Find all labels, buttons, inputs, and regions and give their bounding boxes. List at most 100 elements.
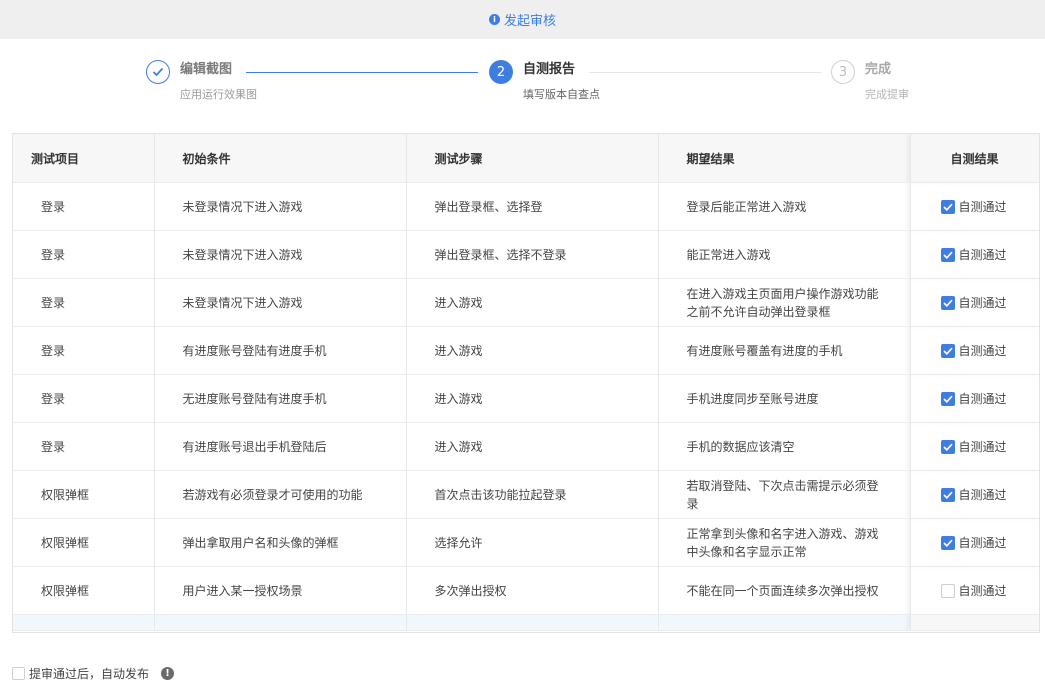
cell-self-test-result: 自测通过 [909,518,1039,567]
checkbox-box[interactable] [940,439,955,454]
cell-self-test-result: 自测通过 [909,230,1039,279]
self-test-pass-checkbox[interactable]: 自测通过 [940,438,1039,456]
checkbox-box[interactable] [940,391,955,406]
self-test-pass-label: 自测通过 [958,247,1007,262]
self-test-pass-checkbox[interactable]: 自测通过 [940,390,1039,408]
table-row: 权限弹框 若游戏有必须登录才可使用的功能 首次点击该功能拉起登录 若取消登陆、下次点击… [13,470,1039,519]
cell-expected-result: 正常拿到头像和名字进入游戏、游戏中头像和名字显示正常 [658,518,911,567]
self-test-pass-label: 自测通过 [958,439,1007,454]
cell-test-step: 选择允许 [406,518,659,567]
self-test-pass-label: 自测通过 [958,487,1007,502]
cell-test-item: 登录 [13,230,155,279]
self-test-pass-label: 自测通过 [958,391,1007,406]
auto-publish-checkbox[interactable] [12,667,25,680]
cell-test-item: 权限弹框 [13,518,155,567]
cell-initial-condition: 未登录情况下进入游戏 [154,278,407,327]
column-header-initial-condition: 初始条件 [154,134,407,183]
step-1-subtitle: 应用运行效果图 [180,88,257,101]
step-connector-2 [589,72,821,73]
cell-expected-result: 若取消登陆、下次点击需提示必须登录 [658,470,911,519]
checkbox-box[interactable] [940,199,955,214]
step-1-title: 编辑截图 [180,62,233,77]
cell-expected-result: 不能在同一个页面连续多次弹出授权 [658,566,911,615]
checkmark-icon [942,395,953,403]
step-2-subtitle: 填写版本自查点 [523,88,600,101]
table-row: 登录 无进度账号登陆有进度手机 进入游戏 手机进度同步至账号进度 自测通过 [13,374,1039,423]
exclamation-circle-icon[interactable]: ! [161,667,175,680]
step-3-subtitle: 完成提审 [865,88,909,101]
cell-test-step: 多次弹出授权 [406,566,659,615]
cell-expected-result: 有进度账号覆盖有进度的手机 [658,326,911,375]
checkbox-box[interactable] [940,247,955,262]
checkbox-box[interactable] [940,295,955,310]
self-test-pass-label: 自测通过 [958,295,1007,310]
cell-initial-condition: 未登录情况下进入游戏 [154,230,407,279]
cell-test-step: 进入游戏 [406,278,659,327]
self-test-pass-label: 自测通过 [958,583,1007,598]
table-row: 登录 未登录情况下进入游戏 弹出登录框、选择不登录 能正常进入游戏 自测通过 [13,230,1039,279]
table-row: 登录 未登录情况下进入游戏 进入游戏 在进入游戏主页面用户操作游戏功能之前不允许自动弹… [13,278,1039,327]
cell-self-test-result: 自测通过 [909,182,1039,231]
checkbox-box[interactable] [940,535,955,550]
step-2-title: 自测报告 [523,62,576,77]
self-test-table: 测试项目 初始条件 测试步骤 期望结果 自测结果 登录 未登录情况下进入游戏 弹出登… [12,133,1040,633]
self-test-pass-checkbox[interactable]: 自测通过 [940,198,1039,216]
cell-initial-condition: 有进度账号登陆有进度手机 [154,326,407,375]
progress-steps: 编辑截图 应用运行效果图 2 自测报告 填写版本自查点 3 完成 完成提审 [0,56,1045,116]
page-title-text: 发起审核 [503,14,556,29]
cell-test-item: 登录 [13,278,155,327]
cell-self-test-result: 自测通过 [909,470,1039,519]
top-bar: i 发起审核 [0,0,1045,39]
self-test-pass-checkbox[interactable]: 自测通过 [940,246,1039,264]
self-test-pass-checkbox[interactable]: 自测通过 [940,534,1039,552]
checkbox-box[interactable] [940,487,955,502]
column-header-test-steps: 测试步骤 [406,134,659,183]
step-self-test-report[interactable]: 2 自测报告 填写版本自查点 [489,56,600,102]
step-3-title: 完成 [865,62,892,77]
checkmark-icon [942,539,953,547]
self-test-pass-checkbox[interactable]: 自测通过 [940,294,1039,312]
step-connector-1 [246,72,478,73]
cell-self-test-result: 自测通过 [909,278,1039,327]
checkmark-icon [942,251,953,259]
self-test-pass-label: 自测通过 [958,343,1007,358]
cell-test-item: 权限弹框 [13,566,155,615]
cell-initial-condition: 未登录情况下进入游戏 [154,182,407,231]
step-edit-screenshots[interactable]: 编辑截图 应用运行效果图 [146,56,257,102]
cell-self-test-result: 自测通过 [909,374,1039,423]
checkbox-box[interactable] [940,343,955,358]
cell-expected-result: 能正常进入游戏 [658,230,911,279]
column-header-expected-result: 期望结果 [658,134,911,183]
cell-initial-condition: 有进度账号退出手机登陆后 [154,422,407,471]
cell-initial-condition: 弹出拿取用户名和头像的弹框 [154,518,407,567]
checkmark-icon [942,491,953,499]
cell-test-step: 弹出登录框、选择不登录 [406,230,659,279]
cell-self-test-result: 自测通过 [909,326,1039,375]
cell-test-item: 登录 [13,374,155,423]
cell-initial-condition: 若游戏有必须登录才可使用的功能 [154,470,407,519]
column-header-test-item: 测试项目 [13,134,155,183]
self-test-pass-checkbox[interactable]: 自测通过 [940,342,1039,360]
table-row: 登录 未登录情况下进入游戏 弹出登录框、选择登 登录后能正常进入游戏 自测通过 [13,182,1039,231]
self-test-pass-checkbox[interactable]: 自测通过 [940,486,1039,504]
table-row: 权限弹框 用户进入某一授权场景 多次弹出授权 不能在同一个页面连续多次弹出授权 自测通过 [13,566,1039,615]
cell-test-step: 弹出登录框、选择登 [406,182,659,231]
table-row: 登录 有进度账号退出手机登陆后 进入游戏 手机的数据应该清空 自测通过 [13,422,1039,471]
checkmark-icon [942,203,953,211]
table-row: 权限弹框 弹出拿取用户名和头像的弹框 选择允许 正常拿到头像和名字进入游戏、游戏中头像… [13,518,1039,567]
checkbox-box[interactable] [940,583,955,598]
self-test-pass-label: 自测通过 [958,535,1007,550]
info-circle-icon: i [488,14,500,25]
table-empty-row [13,614,1039,631]
table-row: 登录 有进度账号登陆有进度手机 进入游戏 有进度账号覆盖有进度的手机 自测通过 [13,326,1039,375]
cell-test-item: 登录 [13,326,155,375]
cell-self-test-result: 自测通过 [909,422,1039,471]
cell-test-step: 进入游戏 [406,326,659,375]
step-complete[interactable]: 3 完成 完成提审 [831,56,909,102]
auto-publish-option[interactable]: 提审通过后，自动发布 ! [12,665,175,682]
cell-expected-result: 手机的数据应该清空 [658,422,911,471]
self-test-pass-checkbox[interactable]: 自测通过 [940,582,1039,600]
auto-publish-label: 提审通过后，自动发布 [29,667,150,681]
checkmark-icon [942,299,953,307]
self-test-pass-label: 自测通过 [958,199,1007,214]
